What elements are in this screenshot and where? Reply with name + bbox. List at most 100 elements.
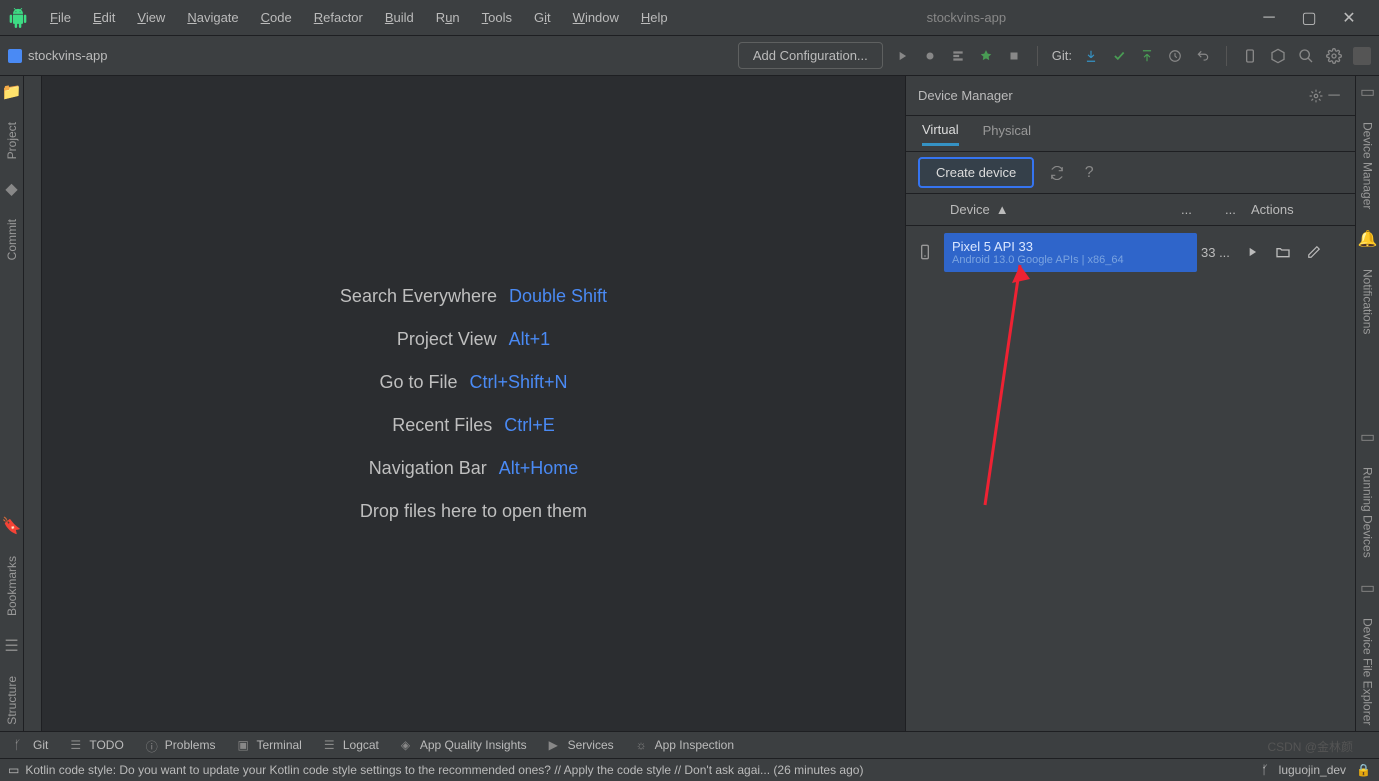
editor-empty-state: Search EverywhereDouble Shift Project Vi…	[42, 76, 905, 731]
titlebar: File Edit View Navigate Code Refactor Bu…	[0, 0, 1379, 36]
menu-window[interactable]: Window	[563, 6, 629, 29]
services-icon: ▶	[549, 738, 563, 752]
tab-physical[interactable]: Physical	[983, 123, 1031, 144]
menu-navigate[interactable]: Navigate	[177, 6, 248, 29]
list-icon: ☰	[70, 738, 84, 752]
branch-name[interactable]: luguojin_dev	[1279, 763, 1346, 777]
status-message: Kotlin code style: Do you want to update…	[25, 763, 863, 777]
bottom-todo[interactable]: ☰TODO	[70, 738, 123, 752]
panel-settings-icon[interactable]	[1307, 87, 1325, 105]
menu-git[interactable]: Git	[524, 6, 561, 29]
panel-header: Device Manager ─	[906, 76, 1355, 116]
refresh-icon[interactable]	[1048, 164, 1066, 182]
open-folder-icon[interactable]	[1275, 244, 1291, 260]
help-icon[interactable]: ?	[1080, 164, 1098, 182]
lock-icon[interactable]: 🔒	[1356, 763, 1371, 777]
watermark: CSDN @金林颜	[1267, 738, 1353, 755]
avd-icon[interactable]	[1241, 47, 1259, 65]
menu-build[interactable]: Build	[375, 6, 424, 29]
bottom-git[interactable]: ᚶGit	[14, 738, 48, 752]
device-selected-card[interactable]: Pixel 5 API 33 Android 13.0 Google APIs …	[944, 233, 1197, 272]
branch-status-icon: ᚶ	[1261, 763, 1268, 777]
hint-gotofile: Go to FileCtrl+Shift+N	[379, 372, 567, 393]
tool-notifications[interactable]: Notifications	[1361, 263, 1375, 340]
bookmark-icon: 🔖	[2, 516, 22, 536]
window-controls: ─ ▢ ✕	[1255, 6, 1371, 30]
debug-icon[interactable]	[921, 47, 939, 65]
bottom-services[interactable]: ▶Services	[549, 738, 614, 752]
gutter-spacer	[24, 76, 42, 731]
git-history-icon[interactable]	[1166, 47, 1184, 65]
menu-run[interactable]: Run	[426, 6, 470, 29]
col-device[interactable]: Device ▲	[944, 202, 1181, 217]
right-tool-strip: ▭ Device Manager 🔔 Notifications ▭ Runni…	[1355, 76, 1379, 731]
terminal-icon: ▣	[237, 738, 251, 752]
device-table-header: Device ▲ ... ... Actions	[906, 194, 1355, 226]
info-icon: ⓘ	[146, 738, 160, 752]
run-icon[interactable]	[893, 47, 911, 65]
menu-tools[interactable]: Tools	[472, 6, 522, 29]
bell-icon: 🔔	[1358, 229, 1378, 249]
tool-commit[interactable]: Commit	[5, 213, 19, 266]
add-configuration-button[interactable]: Add Configuration...	[738, 42, 883, 69]
git-pull-icon[interactable]	[1082, 47, 1100, 65]
device-toolbar: Create device ?	[906, 152, 1355, 194]
menu-help[interactable]: Help	[631, 6, 678, 29]
tool-file-explorer[interactable]: Device File Explorer	[1361, 612, 1375, 731]
tab-virtual[interactable]: Virtual	[922, 122, 959, 146]
menu-view[interactable]: View	[127, 6, 175, 29]
device-tabs: Virtual Physical	[906, 116, 1355, 152]
git-commit-icon[interactable]	[1110, 47, 1128, 65]
device-subtitle: Android 13.0 Google APIs | x86_64	[952, 254, 1189, 266]
git-rollback-icon[interactable]	[1194, 47, 1212, 65]
tool-structure[interactable]: Structure	[5, 670, 19, 731]
phone-tool-icon: ▭	[1360, 82, 1375, 102]
play-icon[interactable]	[1245, 245, 1259, 259]
col-api[interactable]: ...	[1181, 202, 1225, 217]
project-breadcrumb[interactable]: stockvins-app	[8, 48, 107, 63]
tool-running-devices[interactable]: Running Devices	[1361, 461, 1375, 564]
search-icon[interactable]	[1297, 47, 1315, 65]
running-icon: ▭	[1360, 427, 1375, 447]
menu-file[interactable]: File	[40, 6, 81, 29]
menu-edit[interactable]: Edit	[83, 6, 125, 29]
logcat-icon: ☰	[324, 738, 338, 752]
device-manager-panel: Device Manager ─ Virtual Physical Create…	[905, 76, 1355, 731]
menu-refactor[interactable]: Refactor	[304, 6, 373, 29]
create-device-button[interactable]: Create device	[918, 157, 1034, 188]
tool-device-manager[interactable]: Device Manager	[1361, 116, 1375, 215]
main-area: 📁 Project ◆ Commit 🔖 Bookmarks ☰ Structu…	[0, 76, 1379, 731]
bottom-tool-strip: ᚶGit ☰TODO ⓘProblems ▣Terminal ☰Logcat ◈…	[0, 731, 1379, 758]
android-icon	[8, 8, 28, 28]
panel-hide-icon[interactable]: ─	[1325, 87, 1343, 105]
bottom-terminal[interactable]: ▣Terminal	[237, 738, 301, 752]
tool-project[interactable]: Project	[5, 116, 19, 165]
explorer-icon: ▭	[1360, 578, 1375, 598]
maximize-button[interactable]: ▢	[1295, 6, 1323, 30]
coverage-icon[interactable]	[949, 47, 967, 65]
drop-hint: Drop files here to open them	[360, 501, 587, 522]
close-button[interactable]: ✕	[1335, 6, 1363, 30]
menu-code[interactable]: Code	[251, 6, 302, 29]
col-more[interactable]: ...	[1225, 202, 1245, 217]
bottom-inspection[interactable]: ☼App Inspection	[636, 738, 734, 752]
project-name: stockvins-app	[28, 48, 107, 63]
settings-icon[interactable]	[1325, 47, 1343, 65]
sdk-icon[interactable]	[1269, 47, 1287, 65]
tool-bookmarks[interactable]: Bookmarks	[5, 550, 19, 622]
edit-icon[interactable]	[1307, 245, 1321, 259]
avatar-icon[interactable]	[1353, 47, 1371, 65]
device-row[interactable]: Pixel 5 API 33 Android 13.0 Google APIs …	[906, 226, 1355, 278]
bottom-logcat[interactable]: ☰Logcat	[324, 738, 379, 752]
git-push-icon[interactable]	[1138, 47, 1156, 65]
toolbar: stockvins-app Add Configuration... Git:	[0, 36, 1379, 76]
bottom-quality[interactable]: ◈App Quality Insights	[401, 738, 527, 752]
profile-icon[interactable]	[977, 47, 995, 65]
stop-icon[interactable]	[1005, 47, 1023, 65]
window-title: stockvins-app	[678, 10, 1255, 25]
sort-asc-icon: ▲	[996, 202, 1009, 217]
minimize-button[interactable]: ─	[1255, 6, 1283, 30]
project-icon	[8, 49, 22, 63]
structure-icon: ☰	[4, 636, 18, 656]
bottom-problems[interactable]: ⓘProblems	[146, 738, 216, 752]
